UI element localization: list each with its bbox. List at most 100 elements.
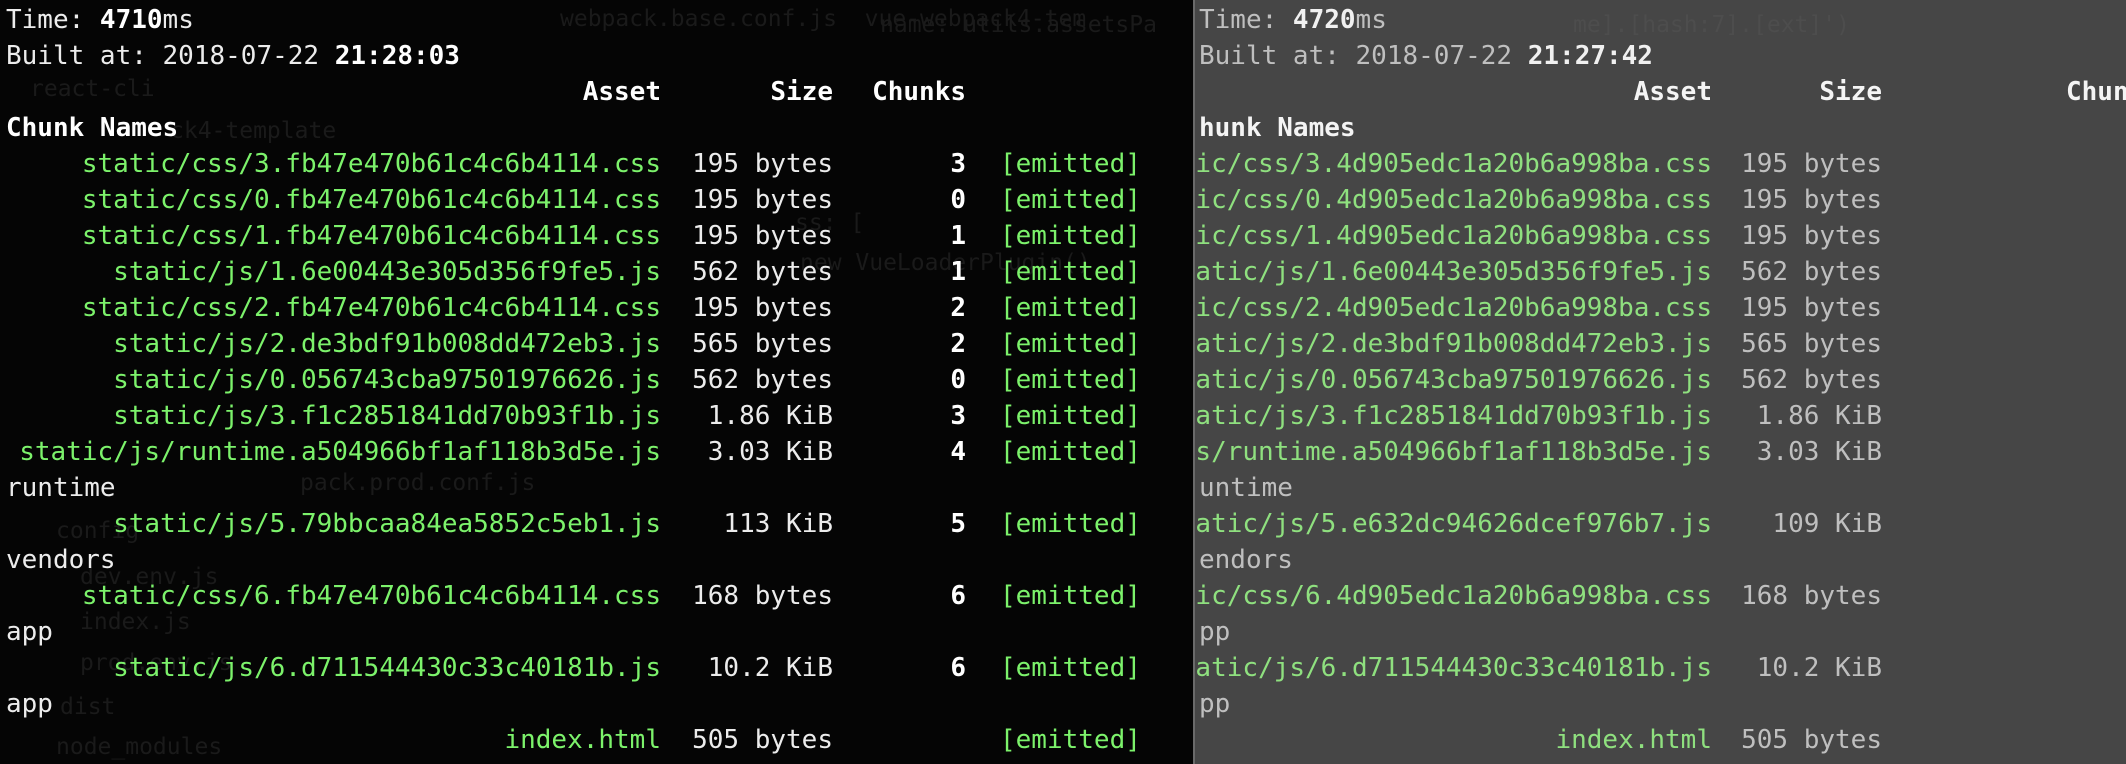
header-chunks: Chun	[2066, 77, 2126, 107]
chunk-name-line: pp	[1199, 686, 2126, 722]
asset-filename: static/js/5.79bbcaa84ea5852c5eb1.js	[113, 509, 661, 539]
asset-row: static/css/3.4d905edc1a20b6a998ba.css 195…	[1193, 146, 2126, 182]
chunk-name-line: app	[6, 614, 1193, 650]
built-at-line: Built at: 2018-07-22 21:27:42	[1199, 38, 2126, 74]
asset-row: static/css/1.fb47e470b61c4c6b4114.css 195…	[6, 218, 1193, 254]
emitted-flag: [emitted]	[1000, 365, 1141, 395]
asset-row: static/js/2.de3bdf91b008dd472eb3.js 565 b…	[6, 326, 1193, 362]
header-asset: Asset	[582, 77, 661, 107]
time-label: Time:	[1199, 5, 1293, 35]
asset-filename: static/js/2.de3bdf91b008dd472eb3.js	[113, 329, 661, 359]
asset-row: static/css/6.4d905edc1a20b6a998ba.css 168…	[1193, 578, 2126, 614]
emitted-flag: [emitted]	[1000, 509, 1141, 539]
asset-filename: static/css/1.4d905edc1a20b6a998ba.css	[1193, 221, 1712, 251]
built-at-time: 21:28:03	[334, 41, 460, 71]
table-header-wrap: Chunk Names	[6, 110, 1193, 146]
chunk-name-line: app	[6, 686, 1193, 722]
chunk-name: pp	[1199, 617, 1231, 647]
asset-chunk-id: 2	[950, 293, 966, 323]
emitted-flag: [emitted]	[1000, 185, 1141, 215]
chunk-name-line: endors	[1199, 542, 2126, 578]
table-header: Asset Size Chunks	[6, 74, 1193, 110]
asset-size: 195 bytes	[1741, 149, 1882, 179]
asset-chunk-id: 1	[950, 221, 966, 251]
asset-size: 1.86 KiB	[1756, 401, 1882, 431]
asset-row: static/css/1.4d905edc1a20b6a998ba.css 195…	[1193, 218, 2126, 254]
asset-row: index.html 505 bytes	[1199, 722, 2126, 758]
chunk-name: runtime	[6, 473, 116, 503]
chunk-name: vendors	[6, 545, 116, 575]
header-asset: Asset	[1633, 77, 1712, 107]
table-header: Asset Size Chun	[1199, 74, 2126, 110]
emitted-flag: [emitted]	[1000, 221, 1141, 251]
pane-divider[interactable]	[1193, 0, 1195, 764]
asset-row: static/js/3.f1c2851841dd70b93f1b.js 1.86 …	[6, 398, 1193, 434]
terminal-pane-left[interactable]: webpack.base.conf.js vue-webpack4-tem nam…	[0, 0, 1193, 764]
emitted-flag: [emitted]	[1000, 149, 1141, 179]
asset-size: 1.86 KiB	[707, 401, 833, 431]
asset-chunk-id: 4	[950, 437, 966, 467]
asset-size: 195 bytes	[1741, 221, 1882, 251]
asset-size: 505 bytes	[1741, 725, 1882, 755]
chunk-name: endors	[1199, 545, 1293, 575]
emitted-flag: [emitted]	[1000, 257, 1141, 287]
asset-row: static/js/runtime.a504966bf1af118b3d5e.j…	[1193, 434, 2126, 470]
time-label: Time:	[6, 5, 100, 35]
asset-filename: static/js/6.d711544430c33c40181b.js	[1193, 653, 1712, 683]
time-unit: ms	[1355, 5, 1387, 35]
asset-chunk-id: 3	[950, 401, 966, 431]
asset-size: 562 bytes	[692, 257, 833, 287]
asset-filename: static/js/1.6e00443e305d356f9fe5.js	[113, 257, 661, 287]
asset-row: static/js/1.6e00443e305d356f9fe5.js 562 b…	[6, 254, 1193, 290]
asset-row: static/js/5.79bbcaa84ea5852c5eb1.js 113 K…	[6, 506, 1193, 542]
chunk-name: untime	[1199, 473, 1293, 503]
asset-row: static/css/0.4d905edc1a20b6a998ba.css 195…	[1193, 182, 2126, 218]
asset-chunk-id: 3	[950, 149, 966, 179]
asset-size: 195 bytes	[692, 293, 833, 323]
asset-row: static/js/3.f1c2851841dd70b93f1b.js 1.86 …	[1193, 398, 2126, 434]
asset-size: 3.03 KiB	[707, 437, 833, 467]
asset-row: static/js/1.6e00443e305d356f9fe5.js 562 b…	[1193, 254, 2126, 290]
asset-size: 565 bytes	[692, 329, 833, 359]
chunk-name-line: runtime	[6, 470, 1193, 506]
asset-size: 505 bytes	[692, 725, 833, 755]
header-size: Size	[1819, 77, 1882, 107]
asset-size: 195 bytes	[692, 185, 833, 215]
asset-filename: static/css/2.fb47e470b61c4c6b4114.css	[81, 293, 661, 323]
asset-row: static/css/3.fb47e470b61c4c6b4114.css 195…	[6, 146, 1193, 182]
asset-filename: static/js/0.056743cba97501976626.js	[1193, 365, 1712, 395]
asset-row: static/css/2.fb47e470b61c4c6b4114.css 195…	[6, 290, 1193, 326]
asset-chunk-id: 0	[950, 185, 966, 215]
header-chunk-names: hunk Names	[1199, 113, 1356, 143]
chunk-name: app	[6, 617, 53, 647]
asset-size: 10.2 KiB	[1756, 653, 1882, 683]
asset-size: 195 bytes	[1741, 293, 1882, 323]
asset-row: static/js/5.e632dc94626dcef976b7.js 109 K…	[1193, 506, 2126, 542]
asset-size: 113 KiB	[723, 509, 833, 539]
asset-filename: static/js/5.e632dc94626dcef976b7.js	[1193, 509, 1712, 539]
chunk-name: app	[6, 689, 53, 719]
asset-row: static/js/6.d711544430c33c40181b.js 10.2 …	[1193, 650, 2126, 686]
asset-chunk-id: 5	[950, 509, 966, 539]
asset-filename: static/css/0.fb47e470b61c4c6b4114.css	[81, 185, 661, 215]
time-value: 4720	[1292, 5, 1356, 35]
emitted-flag: [emitted]	[1000, 293, 1141, 323]
asset-size: 562 bytes	[692, 365, 833, 395]
asset-size: 195 bytes	[692, 149, 833, 179]
built-at-time: 21:27:42	[1527, 41, 1653, 71]
header-chunks: Chunks	[872, 77, 966, 107]
asset-filename: static/css/6.4d905edc1a20b6a998ba.css	[1193, 581, 1712, 611]
chunk-name-line: vendors	[6, 542, 1193, 578]
asset-row: static/js/runtime.a504966bf1af118b3d5e.j…	[6, 434, 1193, 470]
asset-filename: static/css/6.fb47e470b61c4c6b4114.css	[81, 581, 661, 611]
build-time-line: Time: 4720ms	[1199, 2, 2126, 38]
emitted-flag: [emitted]	[1000, 401, 1141, 431]
asset-chunk-id: 1	[950, 257, 966, 287]
header-chunk-names: Chunk Names	[6, 113, 179, 143]
terminal-pane-right[interactable]: me].[hash:7].[ext]') Time: 4720ms Built …	[1193, 0, 2126, 764]
asset-filename: static/js/0.056743cba97501976626.js	[113, 365, 661, 395]
asset-size: 195 bytes	[692, 221, 833, 251]
asset-filename: static/css/3.fb47e470b61c4c6b4114.css	[81, 149, 661, 179]
asset-size: 109 KiB	[1772, 509, 1882, 539]
asset-row: static/css/6.fb47e470b61c4c6b4114.css 168…	[6, 578, 1193, 614]
